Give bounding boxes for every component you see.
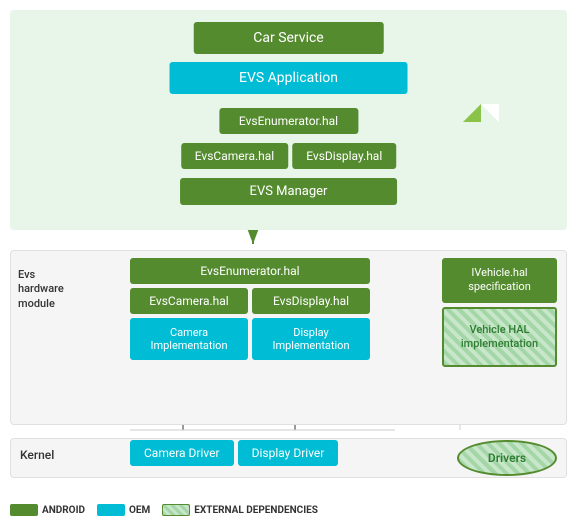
evs-manager-label: EVS Manager xyxy=(250,184,328,199)
legend-android-label: ANDROID xyxy=(42,505,85,516)
car-service-label: Car Service xyxy=(253,30,324,46)
evs-application-label: EVS Application xyxy=(239,70,338,86)
legend-oem-icon xyxy=(97,504,125,516)
hal-pair-mid: EvsCamera.hal EvsDisplay.hal xyxy=(130,288,370,314)
center-col: EvsEnumerator.hal EvsCamera.hal EvsDispl… xyxy=(130,258,370,360)
legend-android: ANDROID xyxy=(10,504,85,516)
evs-hardware-label: Evs hardware module xyxy=(18,268,83,311)
kernel-drivers: Camera Driver Display Driver xyxy=(130,440,338,466)
vehicle-hal-impl-box: Vehicle HAL implementation xyxy=(442,307,557,368)
ivehicle-spec-box: IVehicle.hal specification xyxy=(442,258,557,303)
legend-android-icon xyxy=(10,504,38,516)
evs-display-hal-top-box: EvsDisplay.hal xyxy=(292,143,396,169)
kernel-label: Kernel xyxy=(20,448,54,462)
legend-ext-icon xyxy=(162,504,190,516)
evs-camera-hal-top-box: EvsCamera.hal xyxy=(181,143,288,169)
legend-oem-label: OEM xyxy=(129,505,150,516)
evs-application-box: EVS Application xyxy=(169,62,408,94)
evs-camera-hal-mid-box: EvsCamera.hal xyxy=(130,288,248,314)
evs-enumerator-mid-box: EvsEnumerator.hal xyxy=(130,258,370,284)
drivers-oval: Drivers xyxy=(457,440,557,476)
impl-pair: Camera Implementation Display Implementa… xyxy=(130,318,370,360)
legend-oem: OEM xyxy=(97,504,150,516)
legend: ANDROID OEM EXTERNAL DEPENDENCIES xyxy=(10,504,567,516)
evs-display-hal-mid-box: EvsDisplay.hal xyxy=(252,288,370,314)
legend-external: EXTERNAL DEPENDENCIES xyxy=(162,504,318,516)
evs-enumerator-top-label: EvsEnumerator.hal xyxy=(239,114,338,128)
display-driver-box: Display Driver xyxy=(238,440,339,466)
hal-pair-top: EvsCamera.hal EvsDisplay.hal xyxy=(181,143,397,169)
legend-ext-label: EXTERNAL DEPENDENCIES xyxy=(194,505,318,516)
evs-manager-box: EVS Manager xyxy=(180,178,398,205)
display-impl-box: Display Implementation xyxy=(252,318,370,360)
car-service-box: Car Service xyxy=(193,22,384,54)
diagram: Car Service EVS Application EvsEnumerato… xyxy=(0,0,577,522)
right-col: IVehicle.hal specification Vehicle HAL i… xyxy=(442,258,557,367)
camera-impl-box: Camera Implementation xyxy=(130,318,248,360)
evs-enumerator-top-box: EvsEnumerator.hal xyxy=(219,108,358,134)
camera-driver-box: Camera Driver xyxy=(130,440,234,466)
